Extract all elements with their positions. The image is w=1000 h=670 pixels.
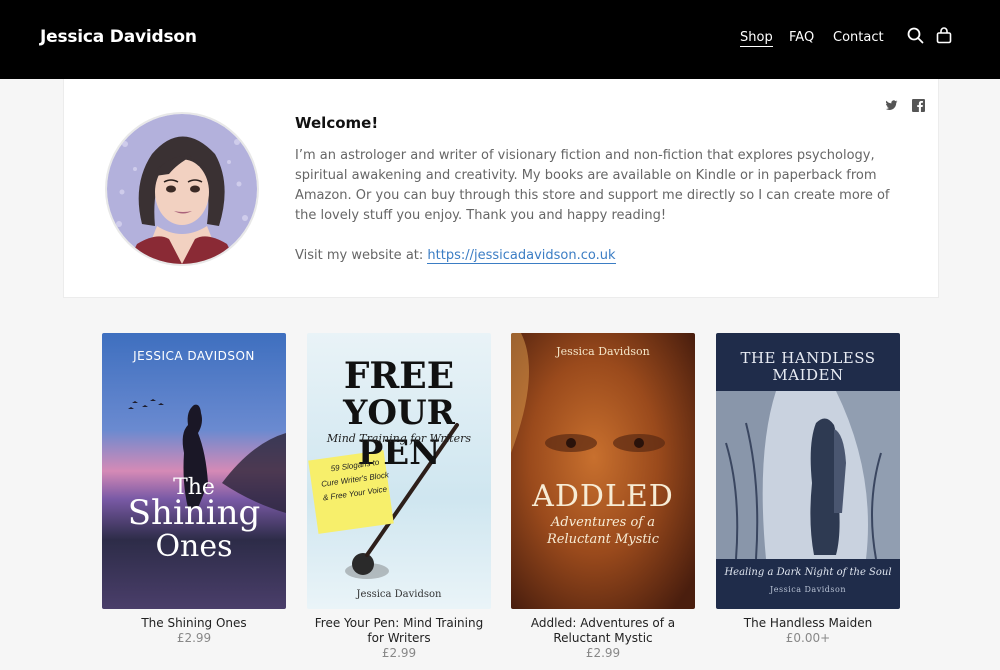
website-link[interactable]: https://jessicadavidson.co.uk [427,248,616,264]
product-title[interactable]: The Shining Ones [102,616,286,631]
nav-faq[interactable]: FAQ [789,30,814,45]
product-title[interactable]: The Handless Maiden [716,616,900,631]
product-price: £0.00+ [785,631,831,645]
nav-shop[interactable]: Shop [740,30,773,47]
product-cover[interactable]: Jessica Davidson ADDLED Adventures of a … [511,333,695,609]
product-card[interactable]: JESSICA DAVIDSON The Shining Ones The Sh… [102,333,286,646]
visit-website-line: Visit my website at: https://jessicadavi… [295,246,616,266]
cover-title: FREE [343,355,455,397]
visit-prefix: Visit my website at: [295,248,428,263]
brand-logo[interactable]: Jessica Davidson [40,27,197,47]
product-price: £2.99 [381,646,417,660]
cover-title: Ones [155,529,233,564]
cover-author: Jessica Davidson [770,585,846,594]
cart-icon[interactable] [934,26,954,46]
cover-author: JESSICA DAVIDSON [133,349,255,363]
cover-subtitle: Reluctant Mystic [547,532,659,547]
cover-author: Jessica Davidson [556,345,650,358]
nav-contact[interactable]: Contact [833,30,884,45]
product-card[interactable]: Jessica Davidson ADDLED Adventures of a … [511,333,695,661]
product-price: £2.99 [176,631,212,645]
cover-title: MAIDEN [772,366,844,384]
product-price: £2.99 [585,646,621,660]
cover-title: Shining [127,493,261,533]
welcome-card: Welcome! I’m an astrologer and writer of… [63,79,939,298]
product-cover[interactable]: JESSICA DAVIDSON The Shining Ones [102,333,286,609]
facebook-icon[interactable] [912,99,925,112]
avatar [105,112,259,266]
product-cover[interactable]: FREE YOUR PEN Mind Training for Writers … [307,333,491,609]
product-card[interactable]: THE HANDLESS MAIDEN Healing a Dark Night… [716,333,900,646]
product-title[interactable]: Free Your Pen: Mind Training for Writers [307,616,491,646]
search-icon[interactable] [906,26,926,46]
cover-author: Jessica Davidson [356,589,442,600]
twitter-icon[interactable] [885,99,898,112]
site-header: Jessica Davidson Shop FAQ Contact [0,0,1000,79]
product-cover[interactable]: THE HANDLESS MAIDEN Healing a Dark Night… [716,333,900,609]
cover-title: ADDLED [532,479,674,514]
product-title[interactable]: Addled: Adventures of a Reluctant Mystic [511,616,695,646]
intro-text: I’m an astrologer and writer of visionar… [295,148,890,223]
welcome-title: Welcome! [295,114,379,132]
cover-subtitle: Healing a Dark Night of the Soul [724,567,892,578]
product-card[interactable]: FREE YOUR PEN Mind Training for Writers … [307,333,491,661]
cover-subtitle: Mind Training for Writers [326,432,472,445]
cover-subtitle: Adventures of a [551,515,655,530]
cover-title: THE HANDLESS [740,349,876,367]
